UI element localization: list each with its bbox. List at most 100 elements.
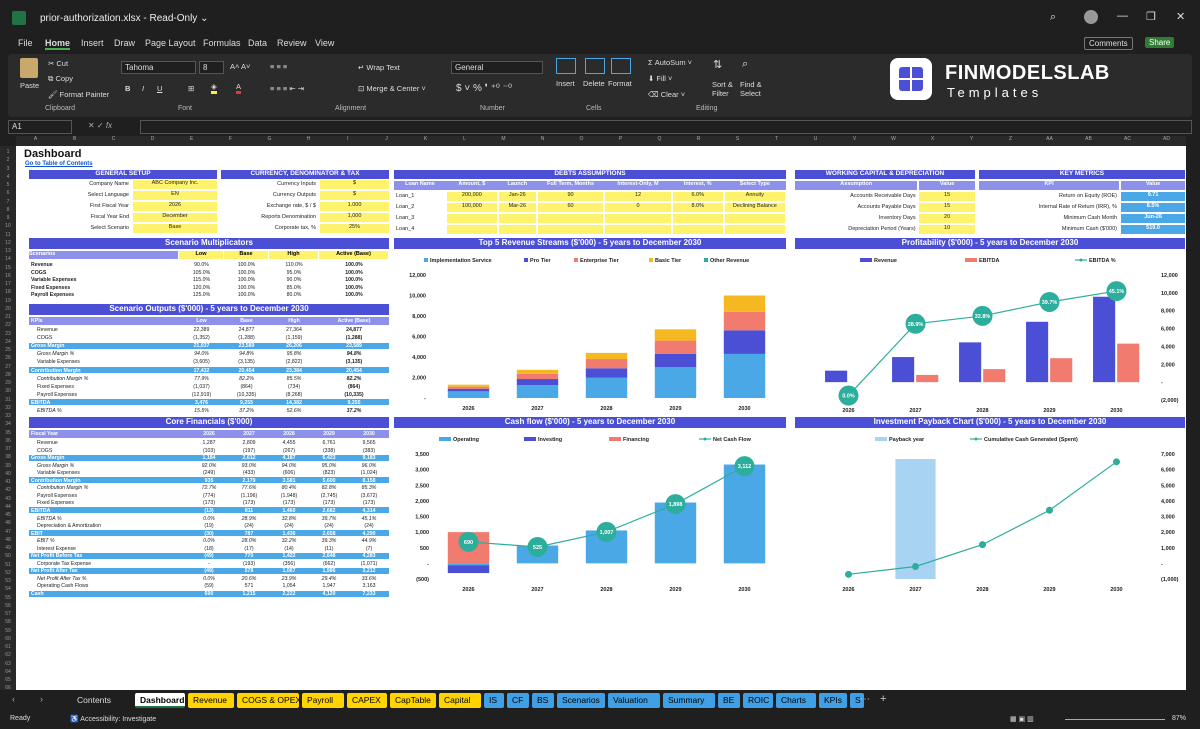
row-number[interactable]: 1 [0, 149, 16, 155]
column-header-l[interactable]: L [445, 136, 484, 142]
font-name-select[interactable]: Tahoma [121, 61, 196, 74]
currency-value[interactable]: 1,000 [320, 213, 389, 222]
menu-view[interactable]: View [315, 38, 334, 48]
row-number[interactable]: 7 [0, 199, 16, 205]
delete-button[interactable]: Delete [583, 79, 605, 88]
row-number[interactable]: 33 [0, 413, 16, 419]
tab-more-icon[interactable]: ⋯ [860, 694, 870, 705]
share-button[interactable]: Share [1145, 37, 1175, 48]
loan-cell[interactable] [537, 225, 604, 234]
clear-button[interactable]: ⌫ Clear ˅ [648, 90, 685, 99]
search-icon[interactable]: ⌕ [1050, 11, 1056, 24]
column-header-aa[interactable]: AA [1030, 136, 1069, 142]
cut-button[interactable]: ✂ Cut [48, 59, 68, 68]
tab-payroll[interactable]: Payroll [302, 693, 344, 708]
tab-cf[interactable]: CF [507, 693, 529, 708]
general-value[interactable]: EN [133, 191, 217, 200]
tab-dashboard[interactable]: Dashboard [135, 693, 185, 708]
avatar[interactable] [1084, 10, 1098, 24]
row-number[interactable]: 60 [0, 636, 16, 642]
currency-value[interactable]: 25% [320, 224, 389, 233]
column-header-x[interactable]: X [913, 136, 952, 142]
insert-icon[interactable] [556, 58, 576, 74]
loan-cell[interactable] [537, 214, 604, 223]
bold-icon[interactable]: B [125, 84, 130, 93]
format-button[interactable]: Format [608, 79, 632, 88]
loan-cell[interactable] [498, 225, 536, 234]
insert-button[interactable]: Insert [556, 79, 575, 88]
row-number[interactable]: 22 [0, 322, 16, 328]
loan-cell[interactable]: 100,000 [446, 203, 497, 212]
general-value[interactable]: Base [133, 224, 217, 233]
font-color-icon[interactable]: A [236, 82, 242, 94]
menu-home[interactable]: Home [45, 38, 71, 50]
loan-cell[interactable]: 60 [537, 203, 604, 212]
row-number[interactable]: 50 [0, 553, 16, 559]
row-number[interactable]: 32 [0, 405, 16, 411]
tab-next-icon[interactable]: › [40, 694, 43, 704]
menu-formulas[interactable]: Formulas [203, 38, 241, 48]
row-number[interactable]: 16 [0, 273, 16, 279]
accessibility-status[interactable]: ♿ Accessibility: Investigate [70, 715, 156, 723]
km-value[interactable]: Jun-26 [1121, 214, 1185, 223]
row-number[interactable]: 14 [0, 256, 16, 262]
find-select-button[interactable]: Find & Select [740, 80, 768, 98]
row-number[interactable]: 45 [0, 512, 16, 518]
column-header-k[interactable]: K [406, 136, 445, 142]
column-header-i[interactable]: I [328, 136, 367, 142]
wc-value[interactable]: 15 [919, 203, 975, 212]
loan-cell[interactable]: 90 [537, 192, 604, 201]
column-header-o[interactable]: O [562, 136, 601, 142]
menu-draw[interactable]: Draw [114, 38, 135, 48]
column-header-ac[interactable]: AC [1108, 136, 1147, 142]
column-header-g[interactable]: G [250, 136, 289, 142]
general-value[interactable]: 2026 [133, 202, 217, 211]
row-number[interactable]: 8 [0, 207, 16, 213]
format-painter-button[interactable]: 🖌 Format Painter [48, 90, 109, 99]
loan-cell[interactable]: Declining Balance [724, 203, 785, 212]
row-number[interactable]: 4 [0, 174, 16, 180]
row-number[interactable]: 18 [0, 289, 16, 295]
row-number[interactable]: 13 [0, 248, 16, 254]
row-number[interactable]: 41 [0, 479, 16, 485]
restore-icon[interactable]: ❐ [1146, 10, 1156, 23]
delete-icon[interactable] [585, 58, 605, 74]
column-header-b[interactable]: B [55, 136, 94, 142]
sort-filter-button[interactable]: Sort & Filter [712, 80, 740, 98]
tab-revenue[interactable]: Revenue [188, 693, 234, 708]
tab-is[interactable]: IS [484, 693, 504, 708]
tab-contents[interactable]: Contents [72, 693, 132, 708]
column-header-u[interactable]: U [796, 136, 835, 142]
row-number[interactable]: 57 [0, 611, 16, 617]
menu-insert[interactable]: Insert [81, 38, 104, 48]
column-header-n[interactable]: N [523, 136, 562, 142]
row-number[interactable]: 15 [0, 265, 16, 271]
row-number[interactable]: 26 [0, 355, 16, 361]
currency-format-icon[interactable]: $ ˅ % ❜ ⁺⁰ ⁻⁰ [456, 83, 512, 94]
currency-value[interactable]: 1.000 [320, 202, 389, 211]
column-header-m[interactable]: M [484, 136, 523, 142]
loan-cell[interactable] [605, 214, 671, 223]
row-number[interactable]: 46 [0, 520, 16, 526]
tab-capital[interactable]: Capital [439, 693, 481, 708]
row-number[interactable]: 30 [0, 388, 16, 394]
italic-icon[interactable]: I [142, 84, 144, 93]
underline-icon[interactable]: U [157, 84, 162, 93]
column-header-c[interactable]: C [94, 136, 133, 142]
fill-color-icon[interactable]: ◈ [211, 82, 217, 94]
menu-data[interactable]: Data [248, 38, 267, 48]
loan-cell[interactable] [446, 214, 497, 223]
name-box[interactable]: A1 [8, 120, 72, 134]
column-header-y[interactable]: Y [952, 136, 991, 142]
autosum-button[interactable]: Σ AutoSum ˅ [648, 58, 692, 67]
cancel-check-icon[interactable]: ✕ ✓ fx [88, 121, 112, 130]
close-icon[interactable]: ✕ [1176, 10, 1185, 23]
row-number[interactable]: 6 [0, 190, 16, 196]
worksheet[interactable]: Dashboard Go to Table of Contents Top 5 … [16, 146, 1186, 690]
tab-bs[interactable]: BS [532, 693, 554, 708]
row-number[interactable]: 54 [0, 586, 16, 592]
add-sheet-icon[interactable]: + [880, 693, 886, 705]
view-icons[interactable]: ▦ ▣ ▥ [1010, 715, 1034, 723]
tab-prev-icon[interactable]: ‹ [12, 694, 15, 704]
column-header-a[interactable]: A [16, 136, 55, 142]
